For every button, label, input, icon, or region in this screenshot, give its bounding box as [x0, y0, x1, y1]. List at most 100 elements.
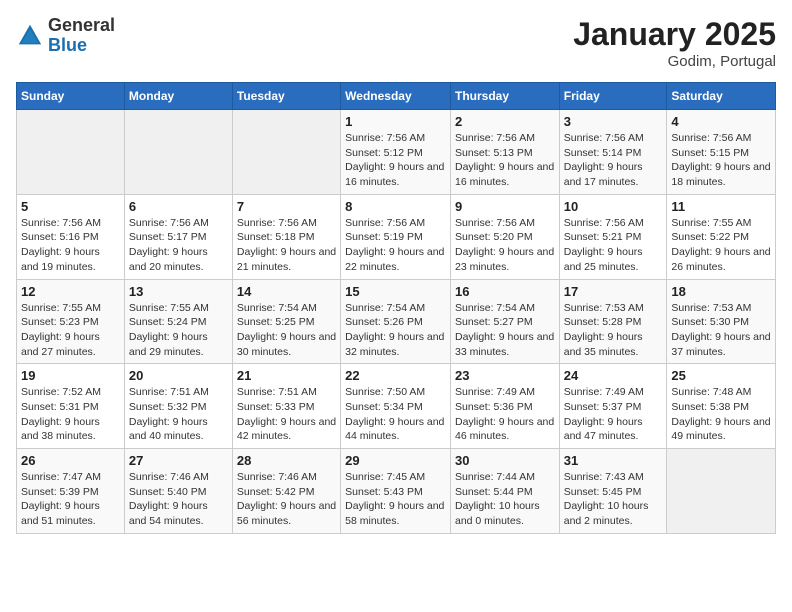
day-info: Sunrise: 7:53 AM Sunset: 5:30 PM Dayligh… [671, 301, 771, 360]
day-number: 4 [671, 114, 771, 129]
page-header: General Blue January 2025 Godim, Portuga… [16, 16, 776, 70]
day-info: Sunrise: 7:46 AM Sunset: 5:40 PM Dayligh… [129, 470, 228, 529]
day-info: Sunrise: 7:54 AM Sunset: 5:27 PM Dayligh… [455, 301, 555, 360]
calendar-cell: 12 Sunrise: 7:55 AM Sunset: 5:23 PM Dayli… [17, 279, 125, 364]
calendar-cell: 2 Sunrise: 7:56 AM Sunset: 5:13 PM Daylig… [450, 110, 559, 195]
day-number: 22 [345, 368, 446, 383]
calendar-table: SundayMondayTuesdayWednesdayThursdayFrid… [16, 82, 776, 534]
weekday-header-cell: Monday [124, 83, 232, 110]
day-number: 25 [671, 368, 771, 383]
day-info: Sunrise: 7:55 AM Sunset: 5:23 PM Dayligh… [21, 301, 120, 360]
day-info: Sunrise: 7:56 AM Sunset: 5:18 PM Dayligh… [237, 216, 336, 275]
day-number: 1 [345, 114, 446, 129]
calendar-cell: 30Sunrise: 7:44 AM Sunset: 5:44 PM Dayli… [450, 449, 559, 534]
day-number: 24 [564, 368, 663, 383]
day-number: 9 [455, 199, 555, 214]
day-number: 11 [671, 199, 771, 214]
calendar-cell: 16 Sunrise: 7:54 AM Sunset: 5:27 PM Dayli… [450, 279, 559, 364]
weekday-header-cell: Sunday [17, 83, 125, 110]
day-info: Sunrise: 7:47 AM Sunset: 5:39 PM Dayligh… [21, 470, 120, 529]
calendar-cell [17, 110, 125, 195]
logo-blue-text: Blue [48, 35, 87, 55]
day-number: 29 [345, 453, 446, 468]
day-number: 10 [564, 199, 663, 214]
calendar-cell: 27 Sunrise: 7:46 AM Sunset: 5:40 PM Dayli… [124, 449, 232, 534]
day-info: Sunrise: 7:49 AM Sunset: 5:37 PM Dayligh… [564, 385, 663, 444]
day-info: Sunrise: 7:55 AM Sunset: 5:22 PM Dayligh… [671, 216, 771, 275]
day-number: 2 [455, 114, 555, 129]
calendar-body: 1 Sunrise: 7:56 AM Sunset: 5:12 PM Daylig… [17, 110, 776, 534]
day-number: 15 [345, 284, 446, 299]
calendar-cell: 25 Sunrise: 7:48 AM Sunset: 5:38 PM Dayli… [667, 364, 776, 449]
calendar-cell: 19Sunrise: 7:52 AM Sunset: 5:31 PM Dayli… [17, 364, 125, 449]
calendar-cell [124, 110, 232, 195]
calendar-cell: 23Sunrise: 7:49 AM Sunset: 5:36 PM Dayli… [450, 364, 559, 449]
calendar-cell: 29Sunrise: 7:45 AM Sunset: 5:43 PM Dayli… [341, 449, 451, 534]
day-info: Sunrise: 7:43 AM Sunset: 5:45 PM Dayligh… [564, 470, 663, 529]
day-number: 27 [129, 453, 228, 468]
day-number: 13 [129, 284, 228, 299]
calendar-cell: 3 Sunrise: 7:56 AM Sunset: 5:14 PM Daylig… [559, 110, 667, 195]
day-info: Sunrise: 7:48 AM Sunset: 5:38 PM Dayligh… [671, 385, 771, 444]
location-subtitle: Godim, Portugal [573, 53, 776, 70]
weekday-header-cell: Friday [559, 83, 667, 110]
day-info: Sunrise: 7:56 AM Sunset: 5:17 PM Dayligh… [129, 216, 228, 275]
day-info: Sunrise: 7:56 AM Sunset: 5:16 PM Dayligh… [21, 216, 120, 275]
calendar-week-row: 12 Sunrise: 7:55 AM Sunset: 5:23 PM Dayli… [17, 279, 776, 364]
calendar-week-row: 26 Sunrise: 7:47 AM Sunset: 5:39 PM Dayli… [17, 449, 776, 534]
weekday-header-cell: Tuesday [232, 83, 340, 110]
calendar-cell: 1 Sunrise: 7:56 AM Sunset: 5:12 PM Daylig… [341, 110, 451, 195]
calendar-cell: 6 Sunrise: 7:56 AM Sunset: 5:17 PM Daylig… [124, 194, 232, 279]
day-info: Sunrise: 7:44 AM Sunset: 5:44 PM Dayligh… [455, 470, 555, 529]
month-year-title: January 2025 [573, 16, 776, 53]
calendar-cell: 21Sunrise: 7:51 AM Sunset: 5:33 PM Dayli… [232, 364, 340, 449]
calendar-cell: 4Sunrise: 7:56 AM Sunset: 5:15 PM Daylig… [667, 110, 776, 195]
day-number: 20 [129, 368, 228, 383]
day-number: 17 [564, 284, 663, 299]
weekday-header-cell: Thursday [450, 83, 559, 110]
calendar-cell: 22 Sunrise: 7:50 AM Sunset: 5:34 PM Dayli… [341, 364, 451, 449]
title-block: January 2025 Godim, Portugal [573, 16, 776, 70]
day-info: Sunrise: 7:56 AM Sunset: 5:13 PM Dayligh… [455, 131, 555, 190]
calendar-cell [232, 110, 340, 195]
calendar-cell: 15 Sunrise: 7:54 AM Sunset: 5:26 PM Dayli… [341, 279, 451, 364]
calendar-cell: 11 Sunrise: 7:55 AM Sunset: 5:22 PM Dayli… [667, 194, 776, 279]
day-info: Sunrise: 7:53 AM Sunset: 5:28 PM Dayligh… [564, 301, 663, 360]
calendar-cell [667, 449, 776, 534]
day-number: 7 [237, 199, 336, 214]
calendar-cell: 13 Sunrise: 7:55 AM Sunset: 5:24 PM Dayli… [124, 279, 232, 364]
day-number: 26 [21, 453, 120, 468]
day-info: Sunrise: 7:50 AM Sunset: 5:34 PM Dayligh… [345, 385, 446, 444]
day-info: Sunrise: 7:55 AM Sunset: 5:24 PM Dayligh… [129, 301, 228, 360]
day-info: Sunrise: 7:56 AM Sunset: 5:12 PM Dayligh… [345, 131, 446, 190]
day-number: 3 [564, 114, 663, 129]
logo-icon [16, 22, 44, 50]
calendar-week-row: 19Sunrise: 7:52 AM Sunset: 5:31 PM Dayli… [17, 364, 776, 449]
day-info: Sunrise: 7:56 AM Sunset: 5:14 PM Dayligh… [564, 131, 663, 190]
calendar-cell: 20Sunrise: 7:51 AM Sunset: 5:32 PM Dayli… [124, 364, 232, 449]
calendar-cell: 9 Sunrise: 7:56 AM Sunset: 5:20 PM Daylig… [450, 194, 559, 279]
logo: General Blue [16, 16, 115, 56]
calendar-cell: 31 Sunrise: 7:43 AM Sunset: 5:45 PM Dayli… [559, 449, 667, 534]
calendar-cell: 7 Sunrise: 7:56 AM Sunset: 5:18 PM Daylig… [232, 194, 340, 279]
weekday-header-row: SundayMondayTuesdayWednesdayThursdayFrid… [17, 83, 776, 110]
calendar-cell: 26 Sunrise: 7:47 AM Sunset: 5:39 PM Dayli… [17, 449, 125, 534]
day-number: 31 [564, 453, 663, 468]
day-number: 5 [21, 199, 120, 214]
calendar-cell: 10Sunrise: 7:56 AM Sunset: 5:21 PM Dayli… [559, 194, 667, 279]
calendar-cell: 24 Sunrise: 7:49 AM Sunset: 5:37 PM Dayli… [559, 364, 667, 449]
day-info: Sunrise: 7:54 AM Sunset: 5:26 PM Dayligh… [345, 301, 446, 360]
day-info: Sunrise: 7:56 AM Sunset: 5:20 PM Dayligh… [455, 216, 555, 275]
day-info: Sunrise: 7:54 AM Sunset: 5:25 PM Dayligh… [237, 301, 336, 360]
logo-general-text: General [48, 15, 115, 35]
day-number: 19 [21, 368, 120, 383]
day-number: 21 [237, 368, 336, 383]
day-number: 12 [21, 284, 120, 299]
day-number: 28 [237, 453, 336, 468]
day-number: 23 [455, 368, 555, 383]
calendar-cell: 8Sunrise: 7:56 AM Sunset: 5:19 PM Daylig… [341, 194, 451, 279]
weekday-header-cell: Wednesday [341, 83, 451, 110]
day-number: 16 [455, 284, 555, 299]
day-number: 6 [129, 199, 228, 214]
calendar-cell: 18Sunrise: 7:53 AM Sunset: 5:30 PM Dayli… [667, 279, 776, 364]
